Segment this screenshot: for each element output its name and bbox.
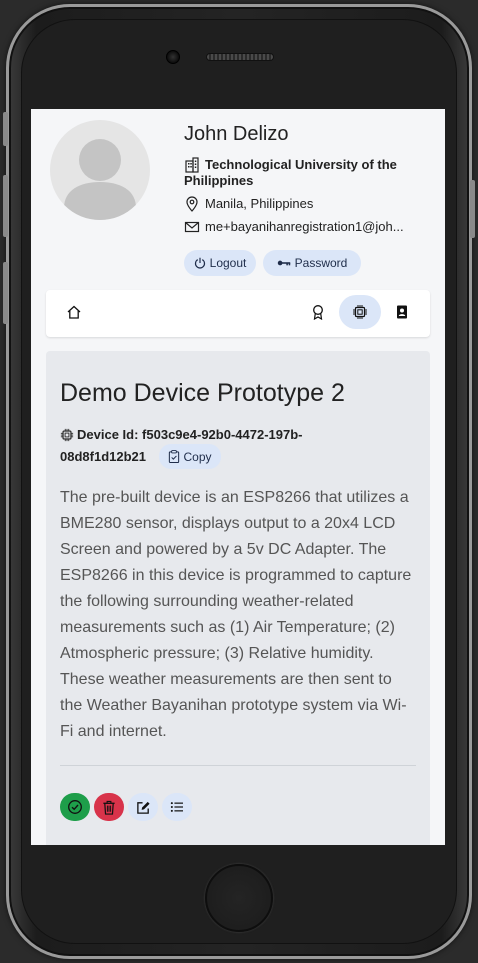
password-button[interactable]: Password (263, 250, 361, 276)
delete-button[interactable] (94, 793, 124, 821)
device-description: The pre-built device is an ESP8266 that … (60, 489, 412, 740)
activate-button[interactable] (60, 793, 90, 821)
copy-button[interactable]: Copy (159, 444, 221, 469)
edit-icon (136, 801, 150, 814)
cpu-icon (60, 428, 74, 442)
check-circle-icon (68, 800, 82, 814)
email-text: me+bayanihanregistration1@joh... (205, 219, 404, 234)
home-icon (67, 305, 81, 319)
copy-label: Copy (183, 449, 212, 464)
side-button-right (470, 180, 475, 238)
organization-row: Technological University of the Philippi… (184, 157, 434, 189)
email-row: me+bayanihanregistration1@joh... (184, 219, 404, 235)
front-camera (166, 50, 180, 64)
nav-home[interactable] (53, 295, 95, 329)
user-silhouette-icon (64, 139, 136, 220)
logout-label: Logout (209, 256, 247, 270)
trash-icon (103, 800, 115, 815)
contact-icon (397, 305, 407, 319)
nav-contacts[interactable] (381, 295, 423, 329)
device-card: Demo Device Prototype 2 Device Id: f503c… (46, 351, 430, 845)
password-label: Password (294, 256, 348, 270)
edit-button[interactable] (128, 793, 158, 821)
side-button-left-bottom (3, 262, 8, 324)
device-title: Demo Device Prototype 2 (60, 379, 345, 407)
logout-button[interactable]: Logout (184, 250, 256, 276)
app-screen: John Delizo Technological University of … (31, 109, 445, 845)
location-text: Manila, Philippines (205, 196, 314, 211)
nav-achievements[interactable] (297, 295, 339, 329)
side-button-left-mid (3, 175, 8, 237)
cpu-icon (353, 305, 367, 319)
details-list-button[interactable] (162, 793, 192, 821)
avatar (50, 120, 150, 220)
location-row: Manila, Philippines (184, 196, 313, 212)
nav-devices[interactable] (339, 295, 381, 329)
organization-text: Technological University of the Philippi… (184, 157, 397, 188)
map-pin-icon (186, 196, 198, 212)
divider (60, 765, 416, 766)
home-button[interactable] (205, 864, 273, 932)
award-icon (313, 305, 323, 320)
nav-bar (46, 290, 430, 337)
envelope-icon (184, 221, 200, 233)
side-button-left-top (3, 112, 8, 146)
profile-name: John Delizo (184, 123, 289, 145)
list-icon (170, 802, 183, 812)
earpiece-speaker (206, 53, 274, 61)
power-icon (194, 257, 205, 269)
clipboard-icon (169, 450, 180, 463)
device-id-label: Device Id: (77, 427, 139, 442)
key-icon (277, 260, 290, 266)
